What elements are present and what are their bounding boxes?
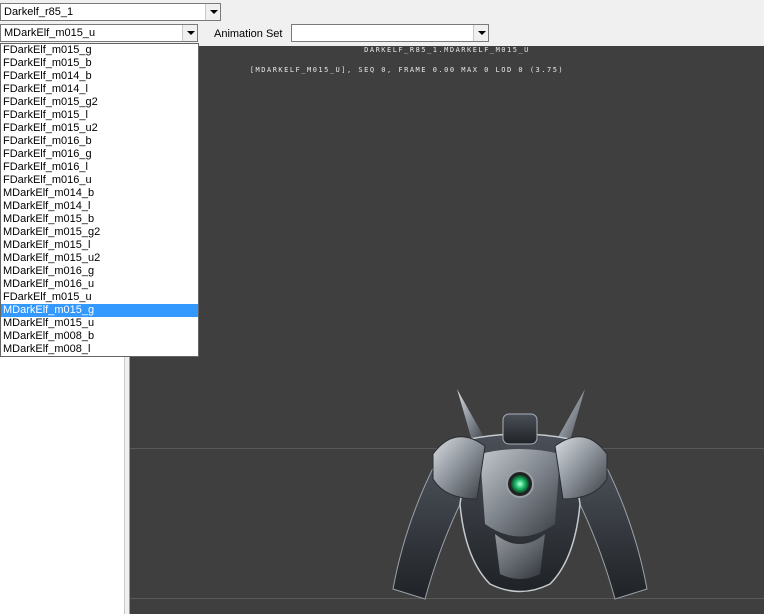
dropdown-option[interactable]: MDarkElf_m008_b bbox=[1, 330, 198, 343]
dropdown-option[interactable]: FDarkElf_m016_l bbox=[1, 161, 198, 174]
3d-viewport[interactable]: DARKELF_R85_1.MDARKELF_M015_U [MDARKELF_… bbox=[130, 46, 764, 614]
dropdown-option[interactable]: MDarkElf_m015_g bbox=[1, 304, 198, 317]
dropdown-option[interactable]: MDarkElf_m015_b bbox=[1, 213, 198, 226]
dropdown-option[interactable]: FDarkElf_m015_u2 bbox=[1, 122, 198, 135]
chevron-down-icon[interactable] bbox=[182, 25, 197, 41]
dropdown-option[interactable]: FDarkElf_m014_l bbox=[1, 83, 198, 96]
dropdown-option[interactable]: MDarkElf_m008_l bbox=[1, 343, 198, 356]
dropdown-option[interactable]: MDarkElf_m014_b bbox=[1, 187, 198, 200]
model-select[interactable]: Darkelf_r85_1 bbox=[0, 3, 221, 21]
dropdown-option[interactable]: FDarkElf_m016_b bbox=[1, 135, 198, 148]
dropdown-option[interactable]: MDarkElf_m015_g2 bbox=[1, 226, 198, 239]
chevron-down-icon[interactable] bbox=[473, 25, 488, 41]
dropdown-option[interactable]: FDarkElf_m014_b bbox=[1, 70, 198, 83]
animation-set-label: Animation Set bbox=[214, 28, 283, 40]
dropdown-option[interactable]: MDarkElf_m014_l bbox=[1, 200, 198, 213]
dropdown-option[interactable]: MDarkElf_m015_u bbox=[1, 317, 198, 330]
dropdown-option[interactable]: MDarkElf_m015_l bbox=[1, 239, 198, 252]
dropdown-option[interactable]: FDarkElf_m015_u bbox=[1, 291, 198, 304]
dropdown-option[interactable]: FDarkElf_m015_b bbox=[1, 57, 198, 70]
armor-model bbox=[392, 389, 648, 600]
viewport-info: [MDARKELF_M015_U], SEQ 0, FRAME 0.00 MAX… bbox=[249, 66, 565, 74]
dropdown-option[interactable]: MDarkElf_m016_u bbox=[1, 278, 198, 291]
dropdown-option[interactable]: FDarkElf_m015_g2 bbox=[1, 96, 198, 109]
viewport-title: DARKELF_R85_1.MDARKELF_M015_U bbox=[364, 46, 530, 54]
dropdown-option[interactable]: FDarkElf_m015_g bbox=[1, 44, 198, 57]
dropdown-option[interactable]: MDarkElf_m016_g bbox=[1, 265, 198, 278]
model-select-value: Darkelf_r85_1 bbox=[4, 6, 74, 18]
part-dropdown-list[interactable]: FDarkElf_m015_g FDarkElf_m015_b FDarkElf_m… bbox=[0, 43, 199, 357]
dropdown-option[interactable]: MDarkElf_m015_u2 bbox=[1, 252, 198, 265]
part-select[interactable]: MDarkElf_m015_u bbox=[0, 24, 198, 42]
chevron-down-icon[interactable] bbox=[205, 4, 220, 20]
animation-set-select[interactable] bbox=[291, 24, 489, 42]
part-select-value: MDarkElf_m015_u bbox=[4, 27, 96, 39]
dropdown-option[interactable]: FDarkElf_m016_u bbox=[1, 174, 198, 187]
dropdown-option[interactable]: FDarkElf_m015_l bbox=[1, 109, 198, 122]
dropdown-option[interactable]: FDarkElf_m016_g bbox=[1, 148, 198, 161]
